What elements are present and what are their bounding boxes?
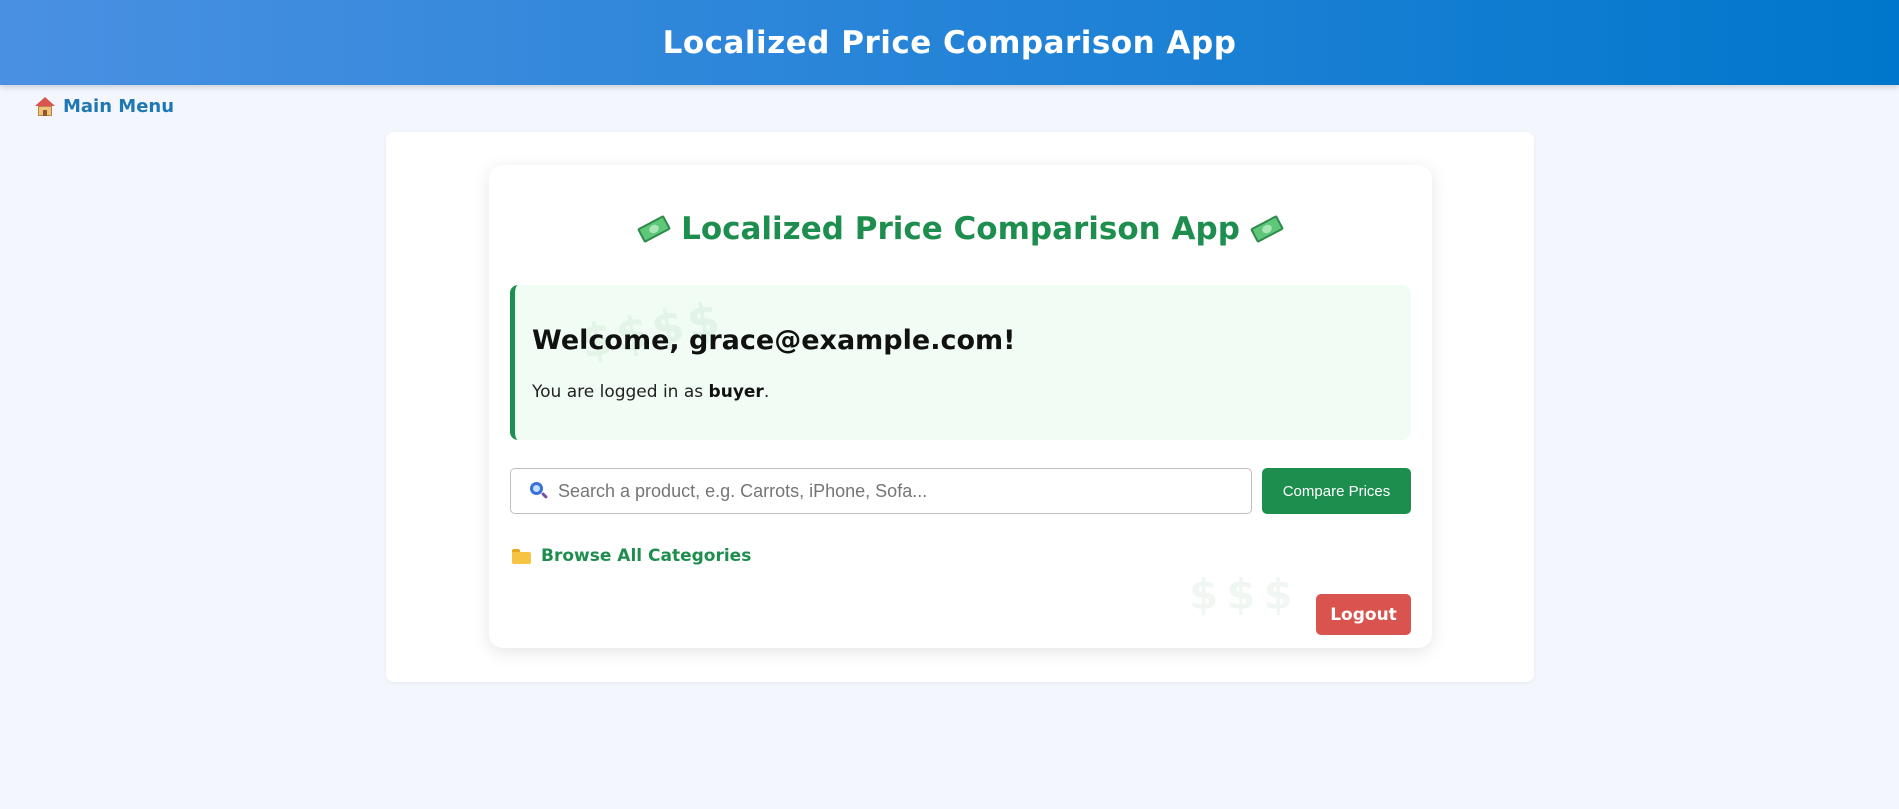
dashboard-card: Localized Price Comparison App $$$$ Welc… (489, 165, 1432, 648)
main-menu-link[interactable]: Main Menu (35, 96, 174, 117)
header-title: Localized Price Comparison App (662, 24, 1237, 61)
app-heading-text: Localized Price Comparison App (681, 211, 1240, 247)
dollar-watermark: $$$ (1189, 570, 1301, 619)
main-menu-label: Main Menu (63, 96, 175, 117)
folder-icon (512, 548, 531, 564)
search-box[interactable] (510, 468, 1252, 514)
money-with-wings-icon (1249, 212, 1286, 246)
app-heading: Localized Price Comparison App (489, 211, 1432, 247)
logout-button[interactable]: Logout (1316, 594, 1411, 635)
browse-categories-label: Browse All Categories (541, 546, 752, 566)
welcome-box: $$$$ Welcome, grace@example.com! You are… (510, 285, 1411, 440)
magnifier-icon (530, 482, 549, 500)
browse-categories-link[interactable]: Browse All Categories (512, 546, 751, 566)
home-icon (35, 96, 55, 117)
user-role: buyer (708, 382, 764, 402)
app-header: Localized Price Comparison App (0, 0, 1899, 85)
compare-prices-button[interactable]: Compare Prices (1262, 468, 1411, 514)
search-input[interactable] (558, 471, 1251, 511)
money-with-wings-icon (636, 212, 673, 246)
welcome-title: Welcome, grace@example.com! (532, 325, 1016, 356)
login-status: You are logged in as buyer. (532, 382, 770, 402)
